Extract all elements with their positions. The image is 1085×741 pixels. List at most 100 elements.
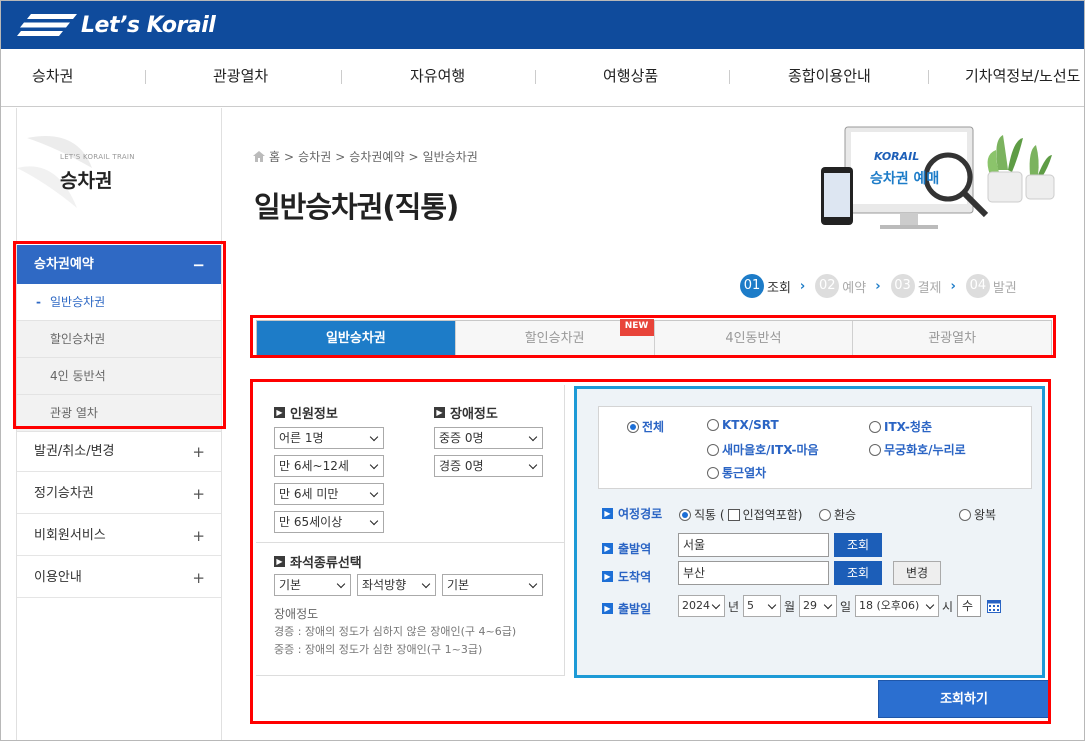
sidebar-item-guest-service[interactable]: 비회원서비스 + [17, 516, 221, 556]
arrow-right-icon: ▶ [602, 508, 613, 519]
calendar-icon[interactable] [987, 599, 1001, 613]
breadcrumb-home[interactable]: 홈 [269, 148, 280, 165]
checkbox-label: 인접역포함) [742, 508, 803, 522]
month-select[interactable]: 5 [743, 595, 781, 617]
train-itx-cheongchun-radio[interactable]: ITX-청춘 [869, 418, 932, 435]
train-type-box: 전체 KTX/SRT ITX-청춘 새마을호/ITX-마음 무궁화호/누리로 통… [598, 406, 1032, 489]
step-number: 03 [890, 274, 915, 298]
sidebar-title: 승차권 [60, 170, 113, 192]
sidebar-subitem-general-ticket[interactable]: - 일반승차권 [17, 284, 221, 321]
tab-tour-train[interactable]: 관광열차 [853, 321, 1051, 356]
seat-type-heading: ▶ 좌석종류선택 [274, 552, 362, 571]
sidebar-header: LET'S KORAIL TRAIN 승차권 [17, 108, 221, 238]
breadcrumb-item[interactable]: 승차권예약 [349, 148, 404, 165]
sidebar-item-season-ticket[interactable]: 정기승차권 + [17, 474, 221, 514]
gnb-item-travel-products[interactable]: 여행상품 [603, 49, 658, 107]
train-mugunghwa-radio[interactable]: 무궁화호/누리로 [869, 441, 966, 458]
seat-type-select[interactable]: 기본 [274, 574, 351, 596]
sidebar-item-label: 이용안내 [34, 570, 82, 585]
chevron-right-icon: › [875, 278, 881, 294]
breadcrumb-separator: > [284, 149, 295, 164]
child-count-select[interactable]: 만 6세~12세 [274, 455, 384, 477]
gnb-item-ticket[interactable]: 승차권 [32, 49, 73, 107]
step-number: 02 [815, 274, 840, 298]
year-unit: 년 [728, 600, 740, 614]
korail-logo-icon [17, 14, 77, 36]
search-submit-button[interactable]: 조회하기 [878, 680, 1050, 718]
radio-checked-icon [679, 508, 691, 521]
seat-direction-select[interactable]: 좌석방향 [357, 574, 436, 596]
gnb-item-tour-train[interactable]: 관광열차 [213, 49, 268, 107]
expand-icon: + [192, 569, 205, 587]
train-commuter-radio[interactable]: 통근열차 [707, 464, 766, 481]
day-unit: 일 [840, 600, 852, 614]
route-roundtrip-radio[interactable]: 왕복 [959, 506, 996, 523]
home-icon[interactable] [253, 151, 265, 162]
disability-heading: ▶ 장애정도 [434, 403, 498, 422]
route-transfer-radio[interactable]: 환승 [819, 506, 856, 523]
gnb-item-station-info[interactable]: 기차역정보/노선도 [965, 49, 1080, 107]
departure-station-input[interactable]: 서울 [678, 533, 829, 557]
radio-label: 무궁화호/누리로 [884, 443, 966, 457]
hero-logo: KORAIL [874, 150, 920, 163]
train-saemaeul-radio[interactable]: 새마을호/ITX-마음 [707, 441, 819, 458]
expand-icon: + [192, 485, 205, 503]
korail-page: Let’s Korail 승차권 관광열차 자유여행 여행상품 종합이용안내 기… [0, 0, 1085, 741]
radio-icon [707, 466, 719, 479]
senior-count-select[interactable]: 만 65세이상 [274, 511, 384, 533]
tab-4-person-seat[interactable]: NEW 4인동반석 [619, 319, 854, 356]
mild-disability-select[interactable]: 경증 0명 [434, 455, 543, 477]
severe-disability-select[interactable]: 중증 0명 [434, 427, 543, 449]
sidebar-item-ticket-reservation[interactable]: 승차권예약 − [17, 245, 221, 285]
tab-label: 4인동반석 [725, 331, 782, 346]
adult-count-select[interactable]: 어른 1명 [274, 427, 384, 449]
sidebar-item-usage-guide[interactable]: 이용안내 + [17, 558, 221, 598]
include-nearby-checkbox[interactable] [727, 508, 740, 521]
radio-icon [959, 508, 971, 521]
sidebar-item-issue-cancel[interactable]: 발권/취소/변경 + [17, 432, 221, 472]
sidebar-subitem-discount-ticket[interactable]: 할인승차권 [17, 321, 221, 358]
arrow-right-icon: ▶ [274, 556, 285, 567]
heading-label: 인원정보 [290, 407, 338, 422]
step-number: 04 [965, 274, 990, 298]
chevron-right-icon: › [950, 278, 956, 294]
breadcrumb-item[interactable]: 승차권 [298, 148, 331, 165]
passenger-form: ▶ 인원정보 어른 1명 만 6세~12세 만 6세 미만 만 65세이상 ▶ … [256, 385, 565, 676]
hero-illustration: KORAIL 승차권 예매 [808, 120, 1058, 240]
disability-note-mild: 경증 : 장애의 정도가 심하지 않은 장애인(구 4~6급) [274, 625, 517, 638]
train-all-radio[interactable]: 전체 [627, 418, 664, 435]
radio-icon [869, 420, 881, 433]
day-select[interactable]: 29 [799, 595, 837, 617]
departure-search-button[interactable]: 조회 [834, 533, 882, 557]
heading-label: 좌석종류선택 [290, 556, 362, 571]
arrival-search-button[interactable]: 조회 [834, 561, 882, 585]
arrival-station-input[interactable]: 부산 [678, 561, 829, 585]
sidebar-subitem-tour-train[interactable]: 관광 열차 [17, 395, 221, 432]
train-ktx-radio[interactable]: KTX/SRT [707, 418, 779, 432]
radio-label: 새마을호/ITX-마음 [722, 443, 819, 457]
gnb-item-free-travel[interactable]: 자유여행 [410, 49, 465, 107]
korail-logo[interactable]: Let’s Korail [17, 11, 216, 39]
tab-general-ticket[interactable]: 일반승차권 [257, 321, 456, 356]
infant-count-select[interactable]: 만 6세 미만 [274, 483, 384, 505]
step-number: 01 [740, 274, 764, 298]
label-text: 출발일 [618, 602, 652, 616]
hour-unit: 시 [942, 600, 954, 614]
swap-stations-button[interactable]: 변경 [893, 561, 941, 585]
route-direct-radio[interactable]: 직통 ( 인접역포함) [679, 506, 802, 523]
breadcrumb-item: 일반승차권 [422, 150, 478, 164]
dash-icon: - [36, 295, 41, 309]
year-select[interactable]: 2024 [678, 595, 725, 617]
sidebar-item-label: 정기승차권 [34, 486, 94, 501]
hour-select[interactable]: 18 (오후06) [855, 595, 939, 617]
step-label: 발권 [992, 280, 1017, 296]
seat-option-select[interactable]: 기본 [442, 574, 543, 596]
weekday-field: 수 [957, 595, 981, 617]
breadcrumb: 홈 > 승차권 > 승차권예약 > 일반승차권 [253, 148, 478, 165]
gnb-item-guide[interactable]: 종합이용안내 [788, 49, 871, 107]
label-text: 도착역 [618, 570, 652, 584]
label-text: 여정경로 [618, 507, 663, 521]
radio-checked-icon [627, 420, 639, 433]
sidebar-subitem-4-person-seat[interactable]: 4인 동반석 [17, 358, 221, 395]
expand-icon: + [192, 443, 205, 461]
